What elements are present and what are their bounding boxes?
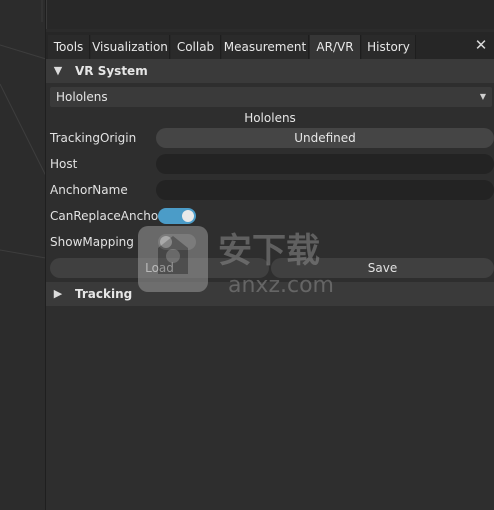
properties-panel: Tools Visualization Collab Measurement A… [46, 32, 494, 510]
chevron-down-icon: ▼ [53, 64, 63, 77]
tracking-origin-button[interactable]: Undefined [156, 128, 494, 148]
toggle-knob [160, 236, 172, 248]
anchor-name-label: AnchorName [50, 183, 128, 197]
viewport[interactable] [0, 0, 46, 510]
top-strip [46, 0, 494, 32]
host-input[interactable] [156, 154, 494, 174]
show-mapping-label: ShowMapping [50, 235, 134, 249]
toggle-knob [182, 210, 194, 222]
close-icon[interactable]: ✕ [472, 36, 490, 54]
vr-system-title: VR System [75, 64, 148, 78]
tracking-header[interactable]: ▶ Tracking [46, 282, 494, 306]
can-replace-anchor-toggle[interactable] [158, 208, 196, 224]
vr-device-dropdown[interactable]: Hololens ▼ [50, 87, 492, 107]
tab-measurement[interactable]: Measurement [222, 35, 309, 59]
tab-tools[interactable]: Tools [48, 35, 90, 59]
show-mapping-toggle[interactable] [158, 234, 196, 250]
tab-collab[interactable]: Collab [171, 35, 221, 59]
load-button[interactable]: Load [50, 258, 269, 278]
host-label: Host [50, 157, 78, 171]
tab-visualization[interactable]: Visualization [91, 35, 170, 59]
viewport-lines [0, 0, 45, 259]
chevron-right-icon: ▶ [53, 287, 63, 300]
tab-ar-vr[interactable]: AR/VR [310, 35, 361, 59]
can-replace-anchor-label: CanReplaceAnchor [50, 209, 164, 223]
vr-device-dropdown-value: Hololens [56, 90, 108, 104]
selected-device-label: Hololens [244, 111, 296, 125]
anchor-name-input[interactable] [156, 180, 494, 200]
tracking-title: Tracking [75, 287, 133, 301]
tab-bar: Tools Visualization Collab Measurement A… [46, 32, 494, 59]
tracking-origin-label: TrackingOrigin [50, 131, 137, 145]
top-strip-inner [46, 0, 494, 29]
vr-system-header[interactable]: ▼ VR System [46, 59, 494, 83]
dropdown-arrow-icon: ▼ [479, 92, 486, 101]
tab-history[interactable]: History [362, 35, 416, 59]
save-button[interactable]: Save [271, 258, 494, 278]
